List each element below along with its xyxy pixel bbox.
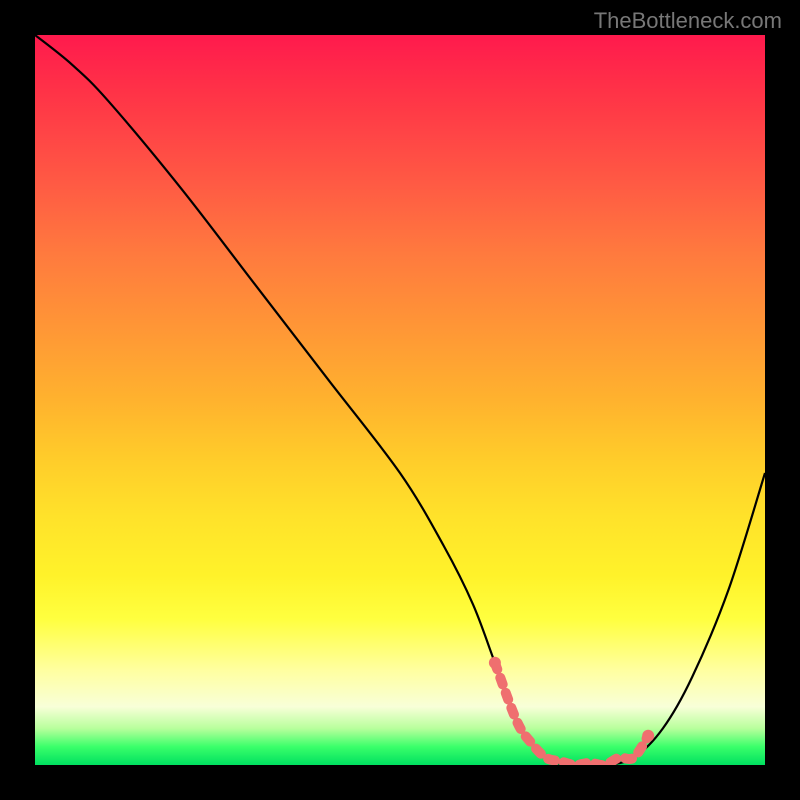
bottleneck-curve <box>35 35 765 765</box>
marker-region <box>489 657 654 765</box>
curve-svg <box>35 35 765 765</box>
plot-area <box>35 35 765 765</box>
watermark-text: TheBottleneck.com <box>594 8 782 34</box>
chart-container: TheBottleneck.com <box>0 0 800 800</box>
